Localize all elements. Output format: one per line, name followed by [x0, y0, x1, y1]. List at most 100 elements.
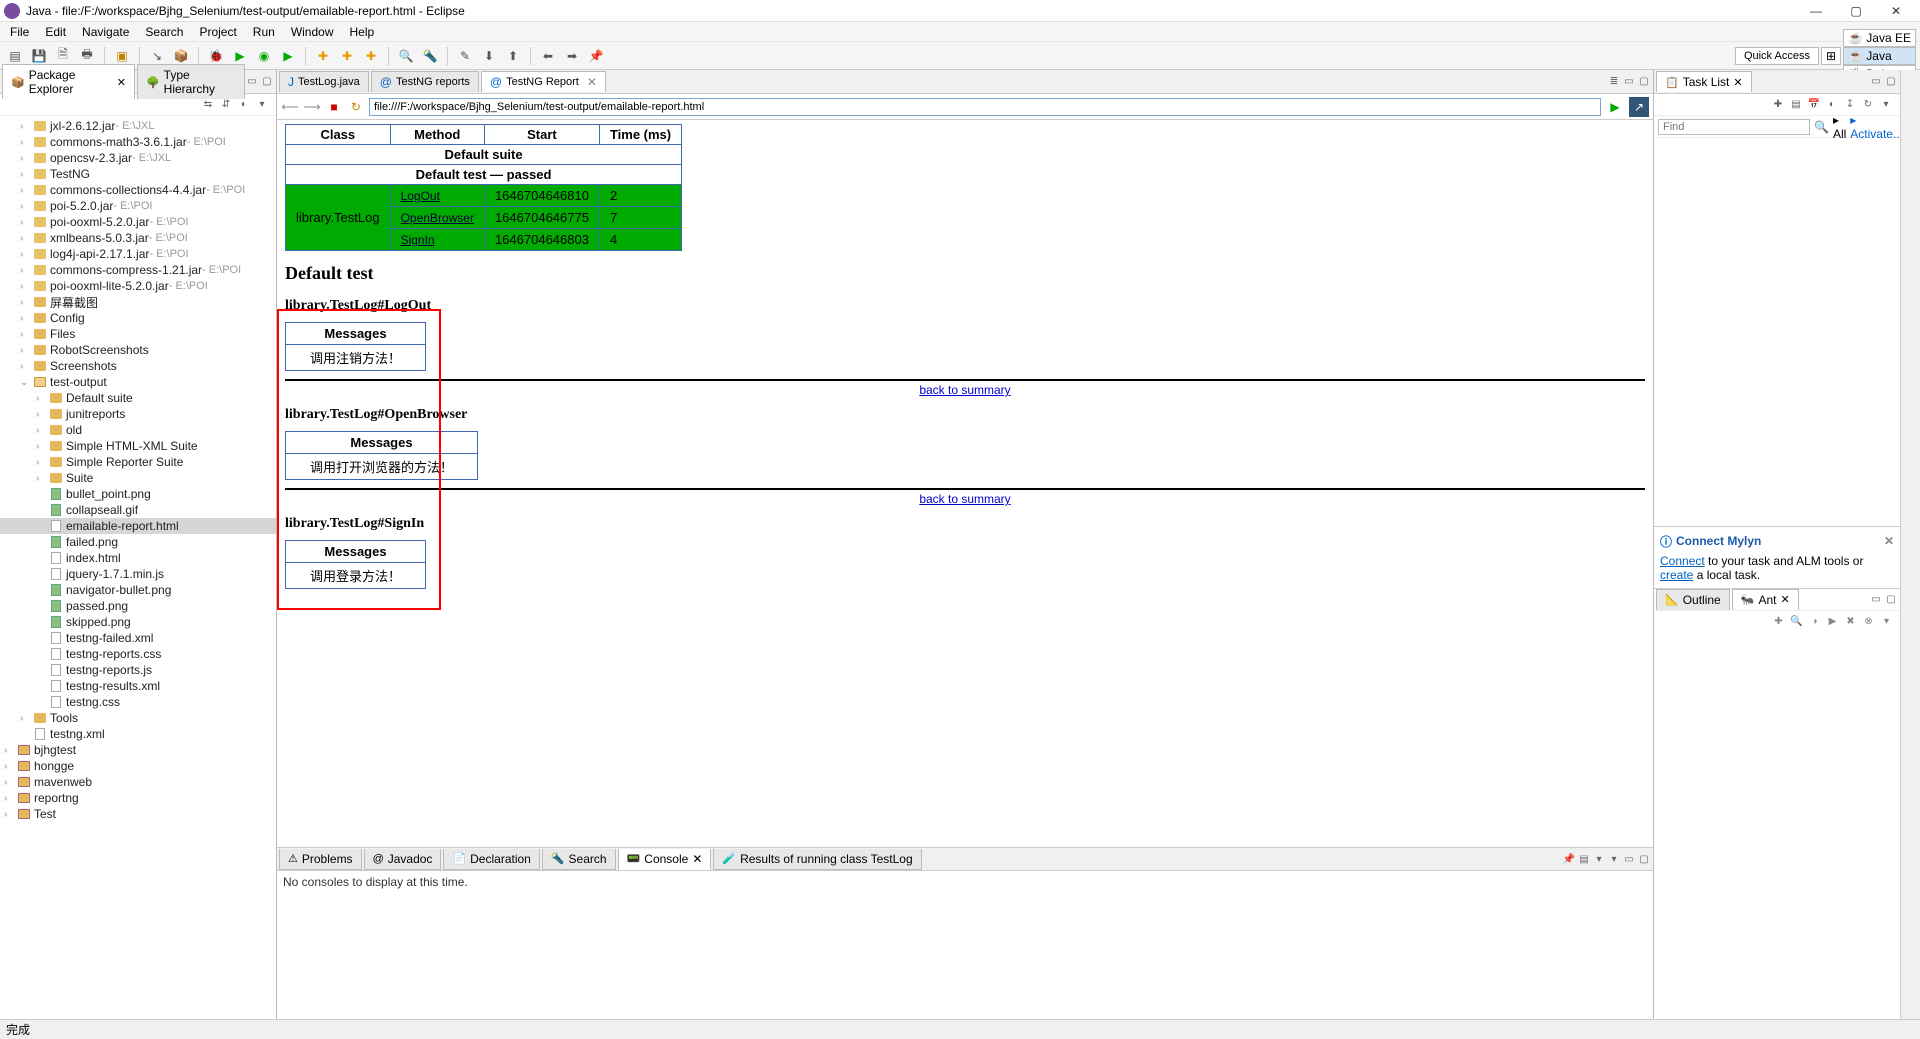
tree-item[interactable]: ›poi-5.2.0.jar - E:\POI: [0, 198, 276, 214]
menu-run[interactable]: Run: [247, 23, 281, 41]
tree-item[interactable]: testng-reports.js: [0, 662, 276, 678]
editor-tab[interactable]: @ TestNG reports: [371, 71, 479, 92]
menu-help[interactable]: Help: [344, 23, 381, 41]
perspective-java[interactable]: ☕ Java: [1843, 47, 1916, 65]
tree-item[interactable]: ›hongge: [0, 758, 276, 774]
back-nav-icon[interactable]: ⬅: [539, 47, 557, 65]
ant-menu-icon[interactable]: ▾: [1879, 614, 1894, 629]
browser-refresh-icon[interactable]: ↻: [347, 98, 365, 116]
tree-item[interactable]: ›log4j-api-2.17.1.jar - E:\POI: [0, 246, 276, 262]
task-find-input[interactable]: [1658, 119, 1810, 135]
run-icon[interactable]: ▶: [231, 47, 249, 65]
browser-go-icon[interactable]: ▶: [1605, 97, 1625, 117]
task-menu-icon[interactable]: ▾: [1878, 97, 1894, 113]
maximize-view-icon[interactable]: ▢: [260, 75, 274, 89]
tree-item[interactable]: ›commons-compress-1.21.jar - E:\POI: [0, 262, 276, 278]
create-link[interactable]: create: [1660, 568, 1693, 582]
tree-item[interactable]: ›Screenshots: [0, 358, 276, 374]
tree-item[interactable]: ›commons-collections4-4.4.jar - E:\POI: [0, 182, 276, 198]
minimize-tasklist-icon[interactable]: ▭: [1869, 75, 1883, 89]
new-package-icon[interactable]: ✚: [338, 47, 356, 65]
tree-item[interactable]: ›Tools: [0, 710, 276, 726]
minimize-console-icon[interactable]: ▭: [1622, 852, 1636, 866]
save-icon[interactable]: 💾: [30, 47, 48, 65]
add-buildfile-icon[interactable]: ✚: [1771, 614, 1786, 629]
back-to-summary-link[interactable]: back to summary: [285, 492, 1645, 506]
menu-project[interactable]: Project: [193, 23, 242, 41]
browser-forward-icon[interactable]: ⟶: [303, 98, 321, 116]
focus-icon[interactable]: ◐: [1824, 97, 1840, 113]
tree-item[interactable]: ›commons-math3-3.6.1.jar - E:\POI: [0, 134, 276, 150]
hide-internal-icon[interactable]: ◑: [1807, 614, 1822, 629]
tree-item[interactable]: ›屏幕截图: [0, 294, 276, 310]
ant-tab[interactable]: 🐜 Ant ✕: [1732, 589, 1799, 610]
tree-item[interactable]: ›old: [0, 422, 276, 438]
results-tab[interactable]: 🧪 Results of running class TestLog: [713, 849, 921, 870]
maximize-console-icon[interactable]: ▢: [1637, 852, 1651, 866]
browser-back-icon[interactable]: ⟵: [281, 98, 299, 116]
new-console-icon[interactable]: ▾: [1607, 852, 1621, 866]
search-tab[interactable]: 🔦 Search: [542, 849, 616, 870]
quick-access[interactable]: Quick Access: [1735, 47, 1819, 65]
menu-navigate[interactable]: Navigate: [76, 23, 135, 41]
pin-console-icon[interactable]: 📌: [1562, 852, 1576, 866]
editor-tab[interactable]: @ TestNG Report ✕: [481, 71, 606, 92]
tree-item[interactable]: testng.css: [0, 694, 276, 710]
maximize-ant-icon[interactable]: ▢: [1884, 592, 1898, 606]
tree-item[interactable]: jquery-1.7.1.min.js: [0, 566, 276, 582]
tree-item[interactable]: ›opencsv-2.3.jar - E:\JXL: [0, 150, 276, 166]
tree-item[interactable]: ›poi-ooxml-lite-5.2.0.jar - E:\POI: [0, 278, 276, 294]
browser-url-input[interactable]: [369, 98, 1601, 116]
tree-item[interactable]: ⌄test-output: [0, 374, 276, 390]
minimize-editor-icon[interactable]: ▭: [1622, 75, 1636, 89]
coverage-icon[interactable]: ◉: [255, 47, 273, 65]
maximize-editor-icon[interactable]: ▢: [1637, 75, 1651, 89]
pin-icon[interactable]: 📌: [587, 47, 605, 65]
search-icon[interactable]: 🔦: [421, 47, 439, 65]
browser-ext-icon[interactable]: ↗: [1629, 97, 1649, 117]
tree-item[interactable]: ›Config: [0, 310, 276, 326]
schedule-icon[interactable]: 📅: [1806, 97, 1822, 113]
tree-item[interactable]: testng-results.xml: [0, 678, 276, 694]
open-perspective-icon[interactable]: ⊞: [1821, 47, 1841, 65]
tree-item[interactable]: passed.png: [0, 598, 276, 614]
remove-all-icon[interactable]: ⊗: [1861, 614, 1876, 629]
build-icon[interactable]: ▣: [113, 47, 131, 65]
editors-list-icon[interactable]: ≣: [1607, 75, 1621, 89]
editor-tab[interactable]: J TestLog.java: [279, 71, 369, 92]
tree-item[interactable]: emailable-report.html: [0, 518, 276, 534]
search-buildfile-icon[interactable]: 🔍: [1789, 614, 1804, 629]
package-tree[interactable]: ›jxl-2.6.12.jar - E:\JXL›commons-math3-3…: [0, 116, 276, 1019]
new-task-icon[interactable]: ✚: [1770, 97, 1786, 113]
tree-item[interactable]: bullet_point.png: [0, 486, 276, 502]
tree-item[interactable]: ›Simple HTML-XML Suite: [0, 438, 276, 454]
tree-item[interactable]: ›reportng: [0, 790, 276, 806]
menu-file[interactable]: File: [4, 23, 35, 41]
tree-item[interactable]: testng.xml: [0, 726, 276, 742]
synchronize-icon[interactable]: ↻: [1860, 97, 1876, 113]
new-icon[interactable]: ▤: [6, 47, 24, 65]
back-to-summary-link[interactable]: back to summary: [285, 383, 1645, 397]
tree-item[interactable]: ›Test: [0, 806, 276, 822]
task-list-tab[interactable]: 📋 Task List ✕: [1656, 71, 1752, 92]
tree-item[interactable]: ›mavenweb: [0, 774, 276, 790]
tree-item[interactable]: ›TestNG: [0, 166, 276, 182]
tree-item[interactable]: failed.png: [0, 534, 276, 550]
tree-item[interactable]: collapseall.gif: [0, 502, 276, 518]
method-link[interactable]: OpenBrowser: [401, 211, 474, 225]
tree-item[interactable]: testng-failed.xml: [0, 630, 276, 646]
toggle-mark-icon[interactable]: ✎: [456, 47, 474, 65]
categorize-icon[interactable]: ▤: [1788, 97, 1804, 113]
tree-item[interactable]: ›Simple Reporter Suite: [0, 454, 276, 470]
perspective-java-ee[interactable]: ☕ Java EE: [1843, 29, 1916, 47]
print-icon[interactable]: 🖶: [78, 47, 96, 65]
outline-tab[interactable]: 📐 Outline: [1656, 589, 1730, 610]
minimize-button[interactable]: —: [1796, 0, 1836, 22]
tree-item[interactable]: ›Default suite: [0, 390, 276, 406]
debug-icon[interactable]: 🐞: [207, 47, 225, 65]
menu-window[interactable]: Window: [285, 23, 340, 41]
tree-item[interactable]: ›poi-ooxml-5.2.0.jar - E:\POI: [0, 214, 276, 230]
open-type-icon[interactable]: 🔍: [397, 47, 415, 65]
view-menu-icon[interactable]: ▾: [254, 97, 270, 113]
minimize-view-icon[interactable]: ▭: [245, 75, 259, 89]
